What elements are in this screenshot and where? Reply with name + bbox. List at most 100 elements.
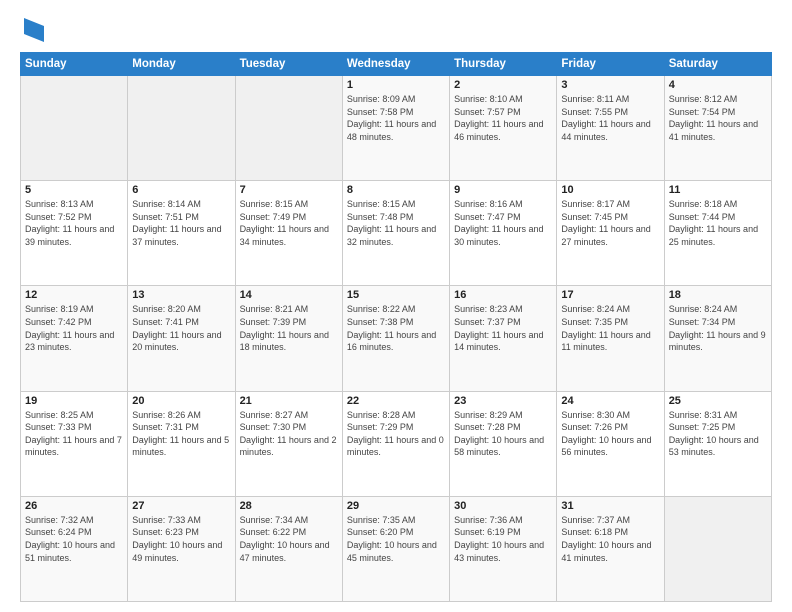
weekday-header: Tuesday	[235, 53, 342, 76]
calendar-day-cell: 5Sunrise: 8:13 AM Sunset: 7:52 PM Daylig…	[21, 181, 128, 286]
day-number: 8	[347, 184, 445, 196]
day-info: Sunrise: 8:30 AM Sunset: 7:26 PM Dayligh…	[561, 409, 659, 459]
day-info: Sunrise: 8:19 AM Sunset: 7:42 PM Dayligh…	[25, 303, 123, 353]
day-number: 5	[25, 184, 123, 196]
calendar-day-cell: 21 Sunrise: 8:27 AM Sunset: 7:30 PM Dayli…	[235, 391, 342, 496]
logo	[20, 18, 44, 42]
calendar-day-cell: 26 Sunrise: 7:32 AM Sunset: 6:24 PM Dayli…	[21, 496, 128, 601]
day-info: Sunrise: 8:28 AM Sunset: 7:29 PM Dayligh…	[347, 409, 445, 459]
calendar-day-cell: 8 Sunrise: 8:15 AM Sunset: 7:48 PM Daylig…	[342, 181, 449, 286]
calendar-day-cell: 27 Sunrise: 7:33 AM Sunset: 6:23 PM Dayli…	[128, 496, 235, 601]
day-info: Sunrise: 8:31 AM Sunset: 7:25 PM Dayligh…	[669, 409, 767, 459]
day-number: 12	[25, 289, 123, 301]
day-number: 29	[347, 500, 445, 512]
weekday-header: Monday	[128, 53, 235, 76]
calendar-day-cell: 24Sunrise: 8:30 AM Sunset: 7:26 PM Dayli…	[557, 391, 664, 496]
day-info: Sunrise: 8:21 AM Sunset: 7:39 PM Dayligh…	[240, 303, 338, 353]
calendar-day-cell: 6 Sunrise: 8:14 AM Sunset: 7:51 PM Daylig…	[128, 181, 235, 286]
calendar-week-row: 26 Sunrise: 7:32 AM Sunset: 6:24 PM Dayli…	[21, 496, 772, 601]
day-number: 13	[132, 289, 230, 301]
day-number: 31	[561, 500, 659, 512]
day-info: Sunrise: 8:11 AM Sunset: 7:55 PM Dayligh…	[561, 93, 659, 143]
weekday-row: SundayMondayTuesdayWednesdayThursdayFrid…	[21, 53, 772, 76]
calendar-day-cell: 15 Sunrise: 8:22 AM Sunset: 7:38 PM Dayli…	[342, 286, 449, 391]
calendar-day-cell: 13 Sunrise: 8:20 AM Sunset: 7:41 PM Dayli…	[128, 286, 235, 391]
day-number: 20	[132, 395, 230, 407]
day-info: Sunrise: 8:15 AM Sunset: 7:48 PM Dayligh…	[347, 198, 445, 248]
weekday-header: Wednesday	[342, 53, 449, 76]
day-number: 10	[561, 184, 659, 196]
day-info: Sunrise: 8:23 AM Sunset: 7:37 PM Dayligh…	[454, 303, 552, 353]
calendar-day-cell: 23 Sunrise: 8:29 AM Sunset: 7:28 PM Dayli…	[450, 391, 557, 496]
day-info: Sunrise: 8:29 AM Sunset: 7:28 PM Dayligh…	[454, 409, 552, 459]
day-info: Sunrise: 8:10 AM Sunset: 7:57 PM Dayligh…	[454, 93, 552, 143]
day-number: 14	[240, 289, 338, 301]
day-number: 27	[132, 500, 230, 512]
calendar-day-cell: 19 Sunrise: 8:25 AM Sunset: 7:33 PM Dayli…	[21, 391, 128, 496]
day-info: Sunrise: 8:26 AM Sunset: 7:31 PM Dayligh…	[132, 409, 230, 459]
calendar-day-cell: 29Sunrise: 7:35 AM Sunset: 6:20 PM Dayli…	[342, 496, 449, 601]
day-info: Sunrise: 8:14 AM Sunset: 7:51 PM Dayligh…	[132, 198, 230, 248]
day-info: Sunrise: 8:09 AM Sunset: 7:58 PM Dayligh…	[347, 93, 445, 143]
day-number: 2	[454, 79, 552, 91]
calendar-day-cell	[128, 76, 235, 181]
day-info: Sunrise: 8:25 AM Sunset: 7:33 PM Dayligh…	[25, 409, 123, 459]
calendar-day-cell: 30 Sunrise: 7:36 AM Sunset: 6:19 PM Dayli…	[450, 496, 557, 601]
calendar-week-row: 12 Sunrise: 8:19 AM Sunset: 7:42 PM Dayli…	[21, 286, 772, 391]
calendar-day-cell: 18Sunrise: 8:24 AM Sunset: 7:34 PM Dayli…	[664, 286, 771, 391]
calendar-day-cell: 11Sunrise: 8:18 AM Sunset: 7:44 PM Dayli…	[664, 181, 771, 286]
day-number: 19	[25, 395, 123, 407]
calendar-day-cell: 22 Sunrise: 8:28 AM Sunset: 7:29 PM Dayli…	[342, 391, 449, 496]
calendar-week-row: 5Sunrise: 8:13 AM Sunset: 7:52 PM Daylig…	[21, 181, 772, 286]
day-info: Sunrise: 8:24 AM Sunset: 7:34 PM Dayligh…	[669, 303, 767, 353]
day-info: Sunrise: 8:17 AM Sunset: 7:45 PM Dayligh…	[561, 198, 659, 248]
day-number: 9	[454, 184, 552, 196]
header	[20, 18, 772, 42]
day-info: Sunrise: 8:27 AM Sunset: 7:30 PM Dayligh…	[240, 409, 338, 459]
day-info: Sunrise: 7:34 AM Sunset: 6:22 PM Dayligh…	[240, 514, 338, 564]
logo-icon	[24, 18, 44, 42]
day-info: Sunrise: 8:22 AM Sunset: 7:38 PM Dayligh…	[347, 303, 445, 353]
calendar-day-cell: 1 Sunrise: 8:09 AM Sunset: 7:58 PM Daylig…	[342, 76, 449, 181]
day-info: Sunrise: 7:36 AM Sunset: 6:19 PM Dayligh…	[454, 514, 552, 564]
calendar-header: SundayMondayTuesdayWednesdayThursdayFrid…	[21, 53, 772, 76]
calendar-day-cell: 9 Sunrise: 8:16 AM Sunset: 7:47 PM Daylig…	[450, 181, 557, 286]
day-info: Sunrise: 8:20 AM Sunset: 7:41 PM Dayligh…	[132, 303, 230, 353]
calendar-body: 1 Sunrise: 8:09 AM Sunset: 7:58 PM Daylig…	[21, 76, 772, 602]
weekday-header: Sunday	[21, 53, 128, 76]
day-number: 15	[347, 289, 445, 301]
calendar-week-row: 19 Sunrise: 8:25 AM Sunset: 7:33 PM Dayli…	[21, 391, 772, 496]
day-info: Sunrise: 8:24 AM Sunset: 7:35 PM Dayligh…	[561, 303, 659, 353]
day-number: 21	[240, 395, 338, 407]
day-info: Sunrise: 8:15 AM Sunset: 7:49 PM Dayligh…	[240, 198, 338, 248]
day-info: Sunrise: 7:37 AM Sunset: 6:18 PM Dayligh…	[561, 514, 659, 564]
calendar-day-cell: 7 Sunrise: 8:15 AM Sunset: 7:49 PM Daylig…	[235, 181, 342, 286]
day-number: 23	[454, 395, 552, 407]
day-number: 28	[240, 500, 338, 512]
calendar-day-cell	[21, 76, 128, 181]
day-number: 3	[561, 79, 659, 91]
day-number: 30	[454, 500, 552, 512]
day-info: Sunrise: 7:33 AM Sunset: 6:23 PM Dayligh…	[132, 514, 230, 564]
day-number: 22	[347, 395, 445, 407]
day-number: 7	[240, 184, 338, 196]
day-number: 26	[25, 500, 123, 512]
day-number: 4	[669, 79, 767, 91]
calendar-day-cell: 20 Sunrise: 8:26 AM Sunset: 7:31 PM Dayli…	[128, 391, 235, 496]
calendar-day-cell	[664, 496, 771, 601]
day-info: Sunrise: 7:32 AM Sunset: 6:24 PM Dayligh…	[25, 514, 123, 564]
calendar-day-cell: 28 Sunrise: 7:34 AM Sunset: 6:22 PM Dayli…	[235, 496, 342, 601]
calendar-day-cell: 17Sunrise: 8:24 AM Sunset: 7:35 PM Dayli…	[557, 286, 664, 391]
calendar-day-cell: 16 Sunrise: 8:23 AM Sunset: 7:37 PM Dayli…	[450, 286, 557, 391]
day-number: 6	[132, 184, 230, 196]
page: SundayMondayTuesdayWednesdayThursdayFrid…	[0, 0, 792, 612]
day-info: Sunrise: 8:12 AM Sunset: 7:54 PM Dayligh…	[669, 93, 767, 143]
day-number: 1	[347, 79, 445, 91]
calendar-week-row: 1 Sunrise: 8:09 AM Sunset: 7:58 PM Daylig…	[21, 76, 772, 181]
calendar-day-cell: 4 Sunrise: 8:12 AM Sunset: 7:54 PM Daylig…	[664, 76, 771, 181]
day-number: 16	[454, 289, 552, 301]
calendar-table: SundayMondayTuesdayWednesdayThursdayFrid…	[20, 52, 772, 602]
day-info: Sunrise: 8:16 AM Sunset: 7:47 PM Dayligh…	[454, 198, 552, 248]
day-info: Sunrise: 8:18 AM Sunset: 7:44 PM Dayligh…	[669, 198, 767, 248]
calendar-day-cell: 25Sunrise: 8:31 AM Sunset: 7:25 PM Dayli…	[664, 391, 771, 496]
